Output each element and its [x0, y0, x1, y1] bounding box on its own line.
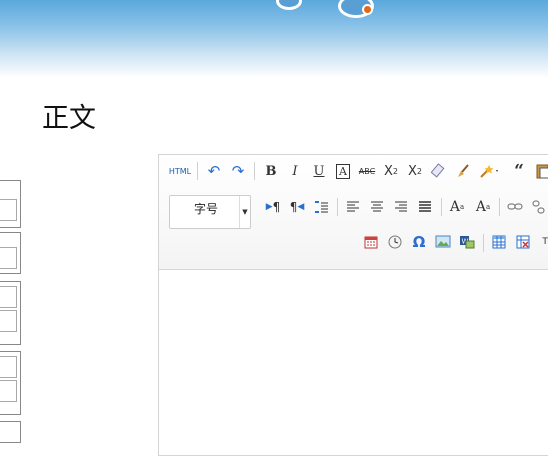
- align-right-icon[interactable]: [391, 197, 411, 217]
- justify-icon[interactable]: [415, 197, 435, 217]
- italic-icon[interactable]: I: [285, 161, 305, 181]
- eraser-icon[interactable]: [429, 161, 449, 181]
- unlink-icon[interactable]: [529, 197, 548, 217]
- form-group: [0, 351, 21, 415]
- background-color-icon[interactable]: Aa: [473, 197, 493, 217]
- superscript-icon[interactable]: X2: [381, 161, 401, 181]
- delete-table-icon[interactable]: [513, 232, 533, 252]
- insert-table-icon[interactable]: [489, 232, 509, 252]
- rich-text-editor: HTML ↶ ↷ B I U A ABC X2 X2 “ 字号 ▼ ▶ ¶ ¶ ◀: [158, 154, 548, 456]
- text-input[interactable]: [0, 380, 17, 402]
- decoration-icon: [276, 0, 302, 10]
- auto-format-icon[interactable]: [477, 161, 503, 181]
- underline-icon[interactable]: U: [309, 161, 329, 181]
- rtl-direction-icon[interactable]: ¶ ◀: [287, 197, 307, 217]
- text-input[interactable]: [0, 247, 17, 269]
- subscript-icon[interactable]: X2: [405, 161, 425, 181]
- editor-toolbar: HTML ↶ ↷ B I U A ABC X2 X2 “ 字号 ▼ ▶ ¶ ¶ ◀: [159, 155, 548, 270]
- form-group: [0, 232, 21, 274]
- insert-date-icon[interactable]: [361, 232, 381, 252]
- font-size-label: 字号: [194, 202, 219, 216]
- text-input[interactable]: [0, 356, 17, 378]
- link-icon[interactable]: [505, 197, 525, 217]
- chevron-down-icon: ▼: [239, 196, 250, 228]
- paste-plain-icon[interactable]: [533, 161, 548, 181]
- form-group: [0, 180, 21, 228]
- align-left-icon[interactable]: [343, 197, 363, 217]
- insert-image-icon[interactable]: [433, 232, 453, 252]
- text-format-icon[interactable]: Ta: [537, 232, 548, 252]
- html-source-button[interactable]: HTML: [169, 161, 191, 181]
- font-border-icon[interactable]: A: [333, 161, 353, 181]
- redo-icon[interactable]: ↷: [228, 161, 248, 181]
- undo-icon[interactable]: ↶: [204, 161, 224, 181]
- format-brush-icon[interactable]: [453, 161, 473, 181]
- form-group: [0, 281, 21, 345]
- strikethrough-icon[interactable]: ABC: [357, 161, 377, 181]
- editor-content-area[interactable]: [159, 270, 548, 455]
- blockquote-icon[interactable]: “: [509, 161, 529, 181]
- insert-time-icon[interactable]: [385, 232, 405, 252]
- text-input[interactable]: [0, 310, 17, 332]
- text-input[interactable]: [0, 286, 17, 308]
- special-char-icon[interactable]: Ω: [409, 232, 429, 252]
- font-color-icon[interactable]: Aa: [447, 197, 467, 217]
- bold-icon[interactable]: B: [261, 161, 281, 181]
- text-input[interactable]: [0, 199, 17, 221]
- page-title: 正文: [42, 103, 96, 134]
- ltr-direction-icon[interactable]: ▶ ¶: [263, 197, 283, 217]
- form-group: [0, 421, 21, 443]
- line-height-icon[interactable]: [311, 197, 331, 217]
- word-image-icon[interactable]: W: [457, 232, 477, 252]
- decoration-dot: [362, 4, 373, 15]
- align-center-icon[interactable]: [367, 197, 387, 217]
- font-size-select[interactable]: 字号 ▼: [169, 195, 251, 229]
- header-banner: [0, 0, 548, 78]
